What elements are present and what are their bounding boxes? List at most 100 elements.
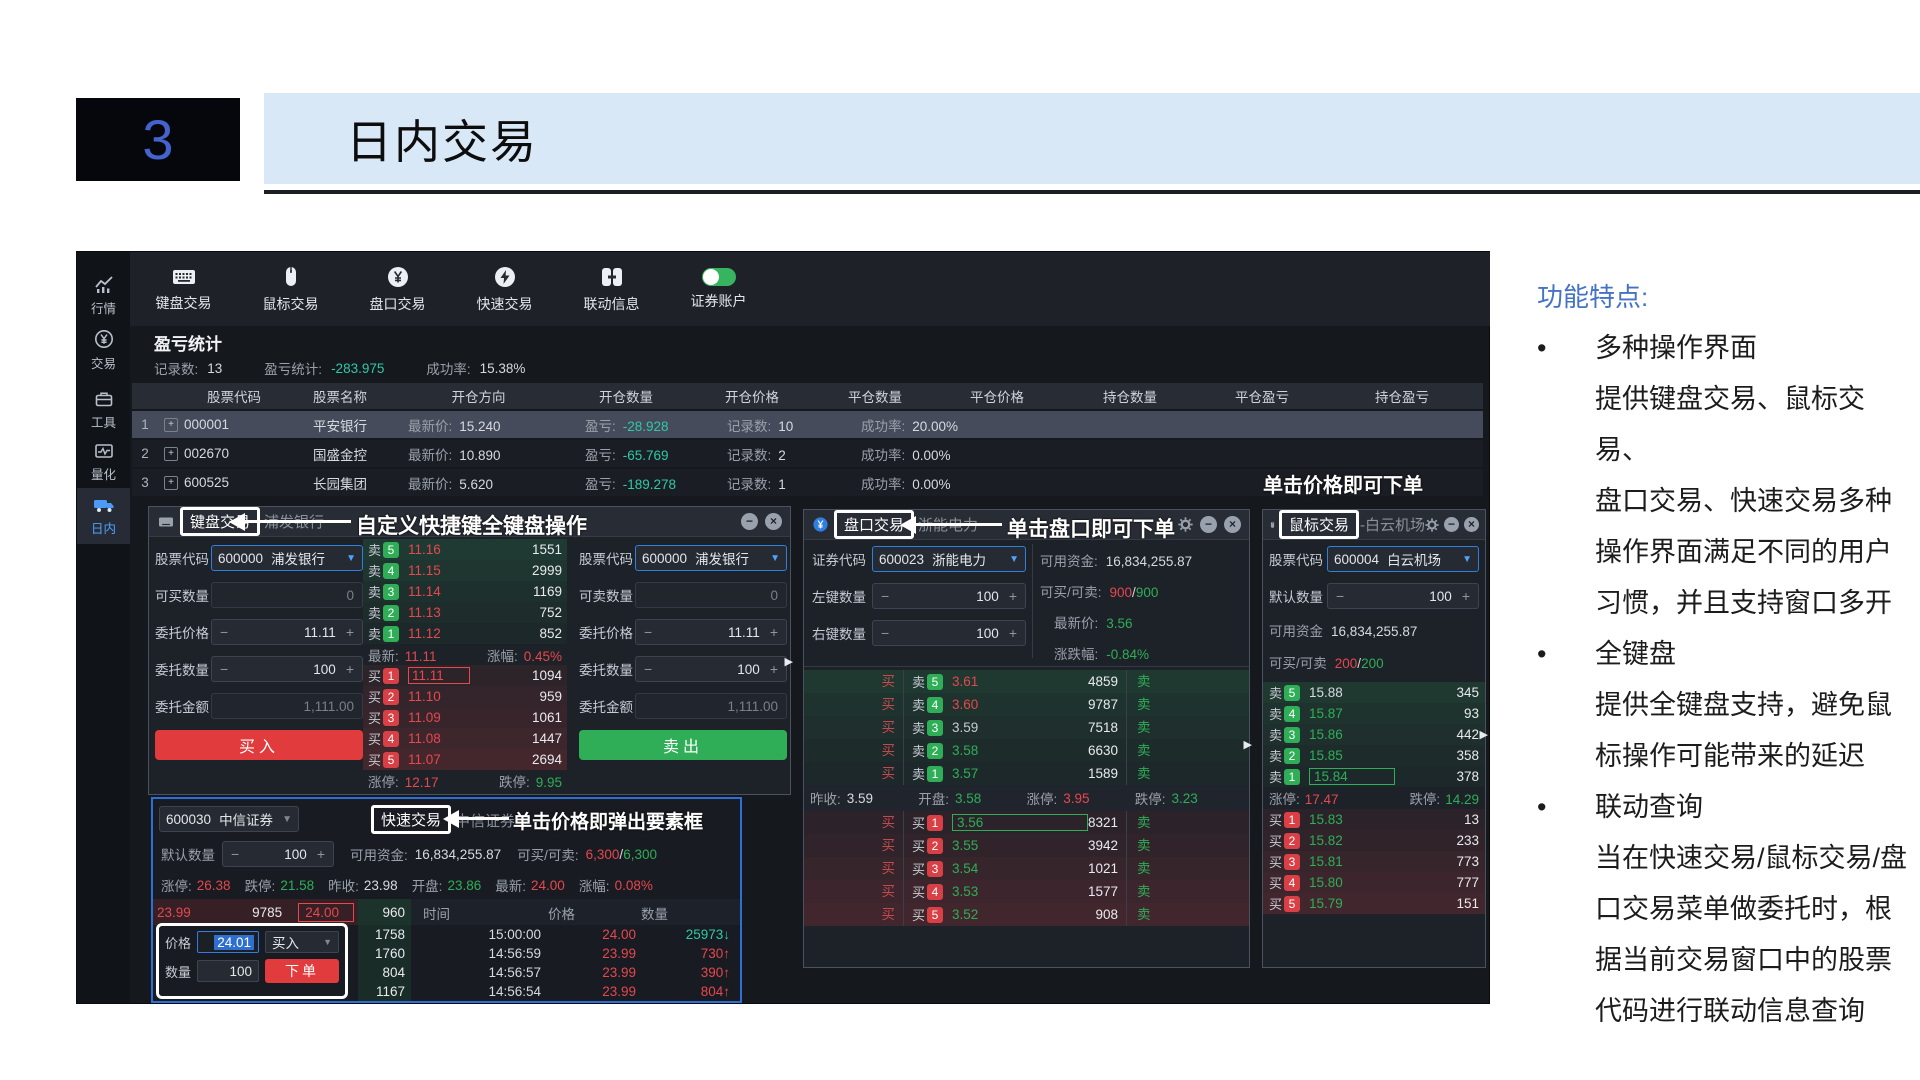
sell-action[interactable]: 卖 bbox=[1126, 739, 1249, 762]
price[interactable]: 15.85 bbox=[1309, 748, 1377, 763]
left-qty-stepper[interactable]: −100+ bbox=[872, 583, 1026, 609]
minus-icon[interactable]: − bbox=[220, 661, 228, 677]
sell-action[interactable]: 卖 bbox=[1126, 880, 1249, 903]
toolbar-item-account[interactable]: 证券账户 bbox=[665, 268, 772, 311]
quantity-stepper[interactable]: −100+ bbox=[211, 656, 363, 682]
orderbook-row[interactable]: 买 买 1 3.56 8321 卖 bbox=[804, 811, 1249, 834]
orderbook-row[interactable]: 买 3 11.09 1061 bbox=[363, 707, 567, 728]
orderbook-row[interactable]: 买 卖 4 3.60 9787 卖 bbox=[804, 693, 1249, 716]
orderbook-row[interactable]: 买 卖 5 3.61 4859 卖 bbox=[804, 670, 1249, 693]
panel-titlebar[interactable]: 鼠标交易 -白云机场 − × bbox=[1263, 510, 1485, 540]
orderbook-row[interactable]: 买 4 11.08 1447 bbox=[363, 728, 567, 749]
orderbook-row[interactable]: 买 卖 1 3.57 1589 卖 bbox=[804, 762, 1249, 785]
plus-icon[interactable]: + bbox=[317, 846, 325, 862]
default-qty-stepper[interactable]: −100+ bbox=[222, 841, 334, 867]
level-cell[interactable]: 买 5 3.52 908 bbox=[904, 903, 1126, 926]
amount-field[interactable]: 1,111.00 bbox=[635, 693, 787, 719]
level-cell[interactable]: 卖 4 3.60 9787 bbox=[904, 693, 1126, 716]
minus-icon[interactable]: − bbox=[644, 661, 652, 677]
ask-price[interactable]: 24.00 bbox=[298, 903, 354, 922]
table-column-header[interactable]: 股票代码 bbox=[184, 386, 284, 406]
orderbook-row[interactable]: 买 2 15.82 233 bbox=[1263, 830, 1485, 851]
price[interactable]: 3.59 bbox=[952, 720, 1010, 735]
table-column-header[interactable]: 平仓价格 bbox=[937, 386, 1057, 406]
panel-titlebar[interactable]: 盘口交易 浙能电力 单击盘口即可下单 − × bbox=[804, 510, 1249, 540]
place-order-button[interactable]: 下单 bbox=[265, 959, 339, 983]
plus-icon[interactable]: + bbox=[1462, 588, 1470, 604]
price[interactable]: 3.61 bbox=[952, 674, 1010, 689]
level-cell[interactable]: 买 3 3.54 1021 bbox=[904, 857, 1126, 880]
minimize-icon[interactable]: − bbox=[741, 513, 758, 530]
price-stepper[interactable]: −11.11+ bbox=[635, 619, 787, 645]
plus-icon[interactable]: + bbox=[346, 661, 354, 677]
orderbook-row[interactable]: 买 1 15.83 13 bbox=[1263, 809, 1485, 830]
quantity-stepper[interactable]: −100+ bbox=[635, 656, 787, 682]
minimize-icon[interactable]: − bbox=[1200, 516, 1217, 533]
amount-field[interactable]: 1,111.00 bbox=[211, 693, 363, 719]
orderbook-row[interactable]: 卖 4 11.15 2999 bbox=[363, 560, 567, 581]
orderbook-row[interactable]: 卖 1 11.12 852 bbox=[363, 623, 567, 644]
orderbook-row[interactable]: 买 5 15.79 151 bbox=[1263, 893, 1485, 914]
price[interactable]: 15.88 bbox=[1309, 685, 1377, 700]
buy-action[interactable]: 买 bbox=[804, 811, 904, 834]
orderbook-row[interactable]: 卖 2 11.13 752 bbox=[363, 602, 567, 623]
orderbook-row[interactable]: 卖 1 15.84 378 bbox=[1263, 766, 1485, 787]
minus-icon[interactable]: − bbox=[881, 625, 889, 641]
stock-code-select[interactable]: 600004白云机场▼ bbox=[1327, 546, 1479, 572]
toolbar-item-book-trade[interactable]: 盘口交易 bbox=[344, 265, 451, 314]
orderbook-row[interactable]: 买 卖 3 3.59 7518 卖 bbox=[804, 716, 1249, 739]
gear-icon[interactable] bbox=[1425, 518, 1439, 532]
table-row[interactable]: 2 + 002670 国盛金控 最新价:10.890 盈亏:-65.769 记录… bbox=[132, 440, 1483, 467]
table-column-header[interactable]: 开仓数量 bbox=[561, 386, 691, 406]
price[interactable]: 11.09 bbox=[408, 710, 470, 725]
plus-icon[interactable]: + bbox=[346, 624, 354, 640]
minus-icon[interactable]: − bbox=[231, 846, 239, 862]
price[interactable]: 3.52 bbox=[952, 907, 1010, 922]
bid-price[interactable]: 23.99 bbox=[157, 905, 191, 920]
sidebar-item-tools[interactable]: 工具 bbox=[77, 384, 130, 436]
price[interactable]: 15.86 bbox=[1309, 727, 1377, 742]
price[interactable]: 15.82 bbox=[1309, 833, 1377, 848]
stock-code-select[interactable]: 600023浙能电力▼ bbox=[872, 546, 1026, 572]
orderbook-row[interactable]: 卖 5 11.16 1551 bbox=[363, 539, 567, 560]
sidebar-item-trade[interactable]: 交易 bbox=[77, 324, 130, 376]
minus-icon[interactable]: − bbox=[881, 588, 889, 604]
buy-action[interactable]: 买 bbox=[804, 739, 904, 762]
price[interactable]: 11.11 bbox=[408, 667, 470, 684]
stock-code-select[interactable]: 600000浦发银行▼ bbox=[635, 545, 787, 571]
default-qty-stepper[interactable]: −100+ bbox=[1327, 583, 1479, 609]
account-toggle-icon[interactable] bbox=[702, 268, 736, 286]
price[interactable]: 11.08 bbox=[408, 731, 470, 746]
level-cell[interactable]: 买 2 3.55 3942 bbox=[904, 834, 1126, 857]
level-cell[interactable]: 卖 1 3.57 1589 bbox=[904, 762, 1126, 785]
toolbar-item-linked-info[interactable]: 联动信息 bbox=[558, 265, 665, 314]
price[interactable]: 11.16 bbox=[408, 542, 470, 557]
price[interactable]: 11.10 bbox=[408, 689, 470, 704]
sidebar-item-market[interactable]: 行情 bbox=[77, 270, 130, 322]
sell-action[interactable]: 卖 bbox=[1126, 834, 1249, 857]
price[interactable]: 15.83 bbox=[1309, 812, 1377, 827]
popup-qty-field[interactable]: 100 bbox=[197, 960, 259, 982]
stock-code-select[interactable]: 600000浦发银行▼ bbox=[211, 545, 363, 571]
panel-expand-icon[interactable]: ▶ bbox=[785, 655, 793, 668]
price[interactable]: 3.54 bbox=[952, 861, 1010, 876]
price[interactable]: 15.87 bbox=[1309, 706, 1377, 721]
sell-action[interactable]: 卖 bbox=[1126, 762, 1249, 785]
price[interactable]: 11.12 bbox=[408, 626, 470, 641]
table-column-header[interactable]: 开仓价格 bbox=[691, 386, 813, 406]
level-cell[interactable]: 卖 5 3.61 4859 bbox=[904, 670, 1126, 693]
price[interactable]: 3.56 bbox=[952, 814, 1088, 831]
orderbook-row[interactable]: 卖 5 15.88 345 bbox=[1263, 682, 1485, 703]
price[interactable]: 15.80 bbox=[1309, 875, 1377, 890]
orderbook-row[interactable]: 卖 3 15.86 442 bbox=[1263, 724, 1485, 745]
toolbar-item-keyboard-trade[interactable]: 键盘交易 bbox=[130, 266, 237, 313]
price[interactable]: 15.84 bbox=[1309, 768, 1395, 785]
orderbook-row[interactable]: 买 2 11.10 959 bbox=[363, 686, 567, 707]
orderbook-row[interactable]: 买 买 3 3.54 1021 卖 bbox=[804, 857, 1249, 880]
expand-icon[interactable]: + bbox=[164, 476, 178, 490]
sidebar-item-intraday[interactable]: 日内 bbox=[77, 488, 130, 544]
orderbook-row[interactable]: 买 3 15.81 773 bbox=[1263, 851, 1485, 872]
table-column-header[interactable]: 持仓盈亏 bbox=[1321, 386, 1483, 406]
sell-action[interactable]: 卖 bbox=[1126, 903, 1249, 926]
price[interactable]: 15.81 bbox=[1309, 854, 1377, 869]
